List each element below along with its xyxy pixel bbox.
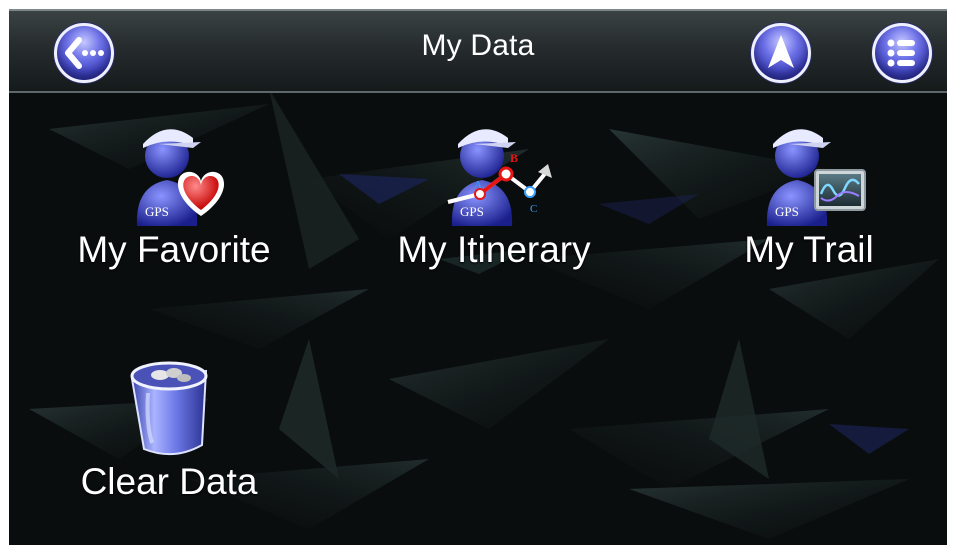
menu-button[interactable] xyxy=(872,23,932,83)
list-menu-icon xyxy=(887,39,915,67)
navigation-arrow-icon xyxy=(768,35,794,68)
my-itinerary-label: My Itinerary xyxy=(397,229,591,270)
svg-text:GPS: GPS xyxy=(145,204,169,219)
svg-text:GPS: GPS xyxy=(775,204,799,219)
header-bar: My Data xyxy=(9,9,947,93)
my-trail-button[interactable]: GPS My Trail xyxy=(689,114,929,271)
my-trail-label: My Trail xyxy=(744,229,874,270)
my-favorite-label: My Favorite xyxy=(77,229,271,270)
gps-user-route-icon: GPS A B C xyxy=(447,129,552,226)
svg-text:GPS: GPS xyxy=(460,204,484,219)
navigate-button[interactable] xyxy=(751,23,811,83)
screen: My Data GPS My Favorite GPS A B C My Iti… xyxy=(9,9,947,545)
clear-data-label: Clear Data xyxy=(80,461,258,502)
clear-data-button[interactable]: Clear Data xyxy=(64,349,274,503)
gps-user-heart-icon: GPS xyxy=(136,129,225,226)
svg-text:A: A xyxy=(474,179,482,191)
trash-bin-icon xyxy=(130,361,208,456)
svg-text:B: B xyxy=(510,151,518,165)
gps-user-trail-icon: GPS xyxy=(766,129,866,226)
svg-text:C: C xyxy=(530,203,537,215)
my-itinerary-button[interactable]: GPS A B C My Itinerary xyxy=(374,114,614,271)
my-favorite-button[interactable]: GPS My Favorite xyxy=(54,114,294,271)
